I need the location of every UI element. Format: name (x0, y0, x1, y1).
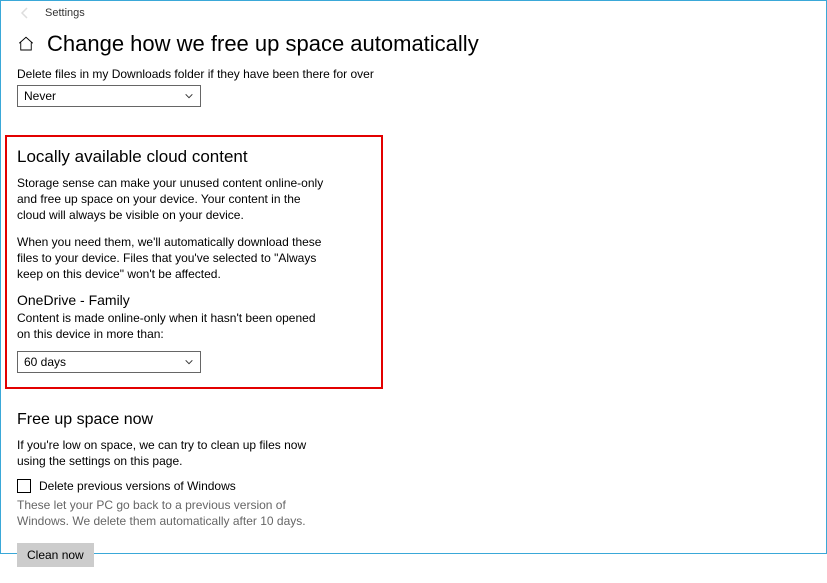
page-header: Change how we free up space automaticall… (1, 25, 826, 61)
cloud-section-title: Locally available cloud content (17, 147, 371, 167)
checkbox-label: Delete previous versions of Windows (39, 479, 236, 493)
freeup-section-title: Free up space now (17, 411, 810, 429)
back-button[interactable] (17, 5, 33, 21)
arrow-left-icon (17, 5, 33, 21)
app-title: Settings (45, 7, 85, 19)
titlebar: Settings (1, 1, 826, 25)
cloud-content-section: Locally available cloud content Storage … (5, 135, 383, 389)
downloads-select[interactable]: Never (17, 85, 201, 107)
freeup-desc: If you're low on space, we can try to cl… (17, 437, 307, 469)
downloads-label: Delete files in my Downloads folder if t… (17, 67, 810, 81)
onedrive-account-desc: Content is made online-only when it hasn… (17, 310, 317, 342)
cloud-para2: When you need them, we'll automatically … (17, 234, 327, 283)
onedrive-account-title: OneDrive - Family (17, 292, 371, 308)
chevron-down-icon (184, 91, 194, 101)
downloads-select-value: Never (24, 89, 56, 103)
checkbox-box (17, 479, 31, 493)
chevron-down-icon (184, 357, 194, 367)
clean-now-button[interactable]: Clean now (17, 543, 94, 567)
onedrive-threshold-value: 60 days (24, 355, 66, 369)
cloud-para1: Storage sense can make your unused conte… (17, 175, 327, 224)
delete-previous-versions-checkbox[interactable]: Delete previous versions of Windows (17, 479, 810, 493)
checkbox-note: These let your PC go back to a previous … (17, 497, 327, 529)
page-title: Change how we free up space automaticall… (47, 31, 479, 57)
home-icon[interactable] (17, 35, 35, 53)
onedrive-threshold-select[interactable]: 60 days (17, 351, 201, 373)
